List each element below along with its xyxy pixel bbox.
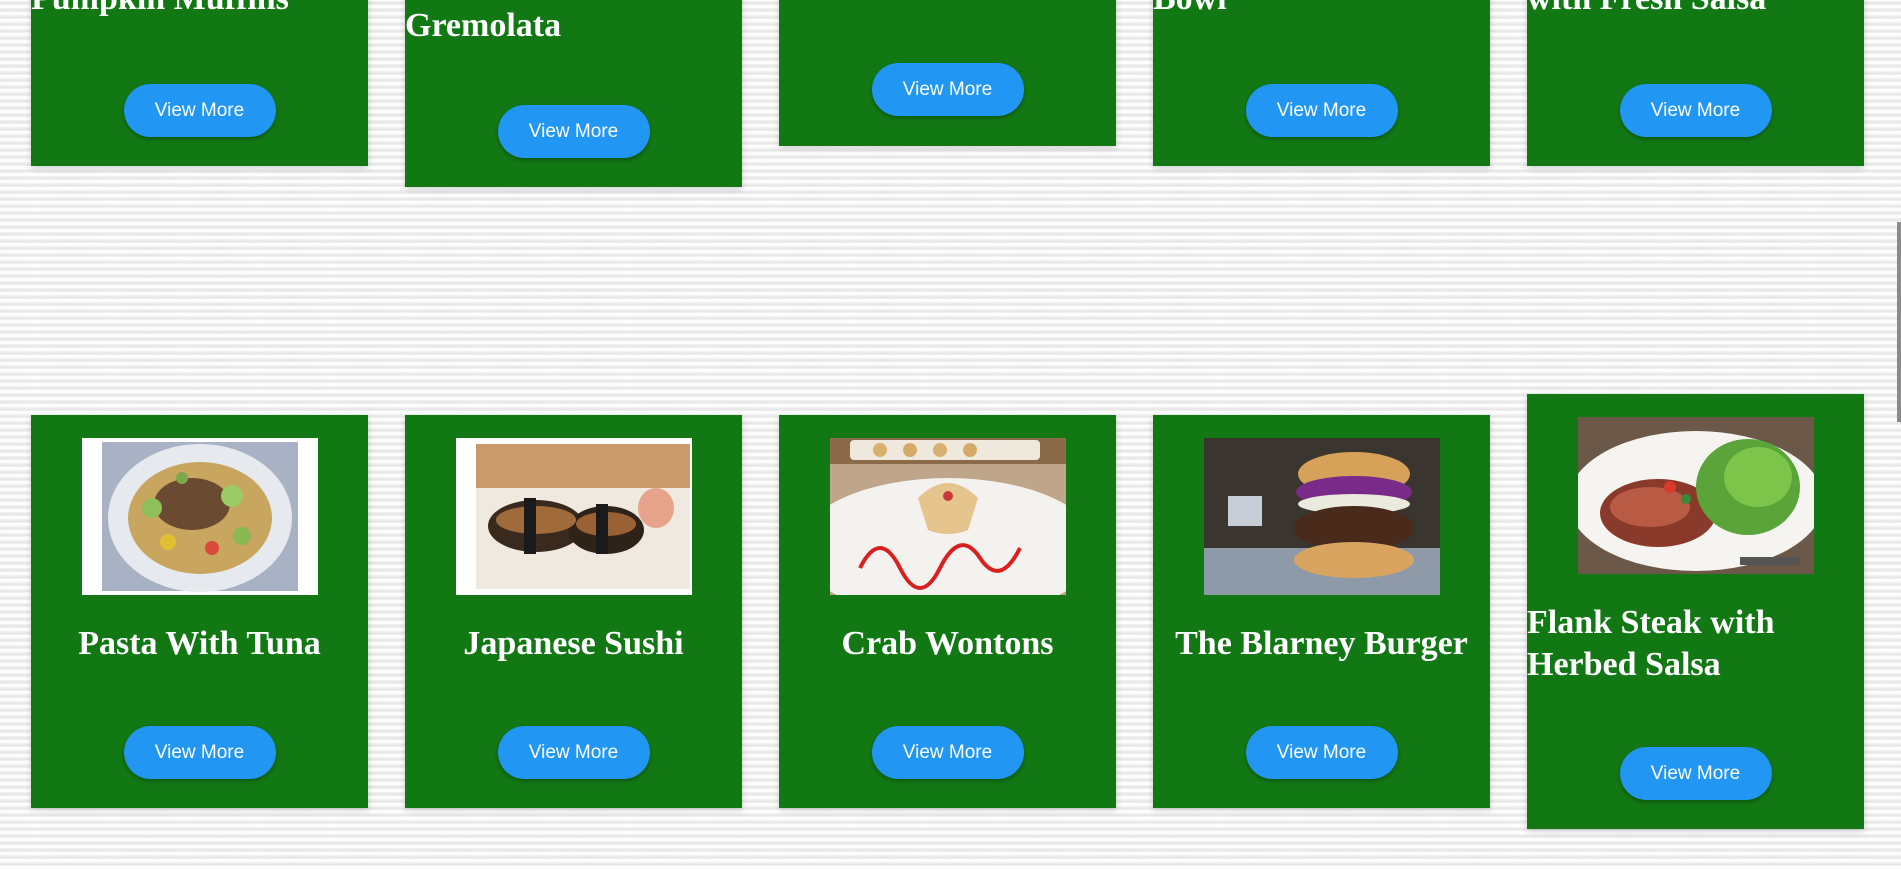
recipe-title: Pumpkin Muffins [31, 0, 368, 20]
recipe-title: with Fresh Salsa [1527, 0, 1864, 20]
recipe-card-pumpkin-muffins: Pumpkin Muffins View More [31, 0, 368, 166]
crab-wontons-photo [829, 438, 1066, 595]
view-more-button[interactable]: View More [123, 726, 276, 779]
japanese-sushi-photo [455, 438, 692, 595]
view-more-button[interactable]: View More [871, 726, 1024, 779]
recipe-card-flank-steak: Flank Steak with Herbed Salsa View More [1527, 394, 1864, 829]
view-more-button[interactable]: View More [1619, 747, 1772, 800]
recipe-card-crab-wontons: Crab Wontons View More [779, 415, 1116, 808]
view-more-button[interactable]: View More [497, 726, 650, 779]
pasta-with-tuna-photo [81, 438, 318, 595]
recipe-card-blarney-burger: The Blarney Burger View More [1153, 415, 1490, 808]
view-more-button[interactable]: View More [1245, 726, 1398, 779]
blarney-burger-photo [1203, 438, 1440, 595]
recipe-title: The Blarney Burger [1175, 625, 1468, 662]
recipe-card-japanese-sushi: Japanese Sushi View More [405, 415, 742, 808]
recipe-title: Bowl [1153, 0, 1490, 20]
recipe-card-bowl: Bowl View More [1153, 0, 1490, 166]
recipe-card-gremolata: Gremolata View More [405, 0, 742, 187]
recipe-card-pasta-with-tuna: Pasta With Tuna View More [31, 415, 368, 808]
recipe-title: Flank Steak with Herbed Salsa [1527, 604, 1775, 683]
view-more-button[interactable]: View More [497, 105, 650, 158]
recipe-title: Crab Wontons [841, 625, 1054, 662]
view-more-button[interactable]: View More [1245, 84, 1398, 137]
recipe-title: Japanese Sushi [463, 625, 684, 662]
recipe-card-fresh-salsa: with Fresh Salsa View More [1527, 0, 1864, 166]
recipe-card-top-3: View More [779, 0, 1116, 146]
view-more-button[interactable]: View More [871, 63, 1024, 116]
scrollbar-thumb[interactable] [1897, 222, 1901, 422]
flank-steak-photo [1577, 417, 1814, 574]
recipe-title: Gremolata [405, 7, 562, 44]
view-more-button[interactable]: View More [1619, 84, 1772, 137]
view-more-button[interactable]: View More [123, 84, 276, 137]
recipe-title: Pasta With Tuna [78, 625, 321, 662]
